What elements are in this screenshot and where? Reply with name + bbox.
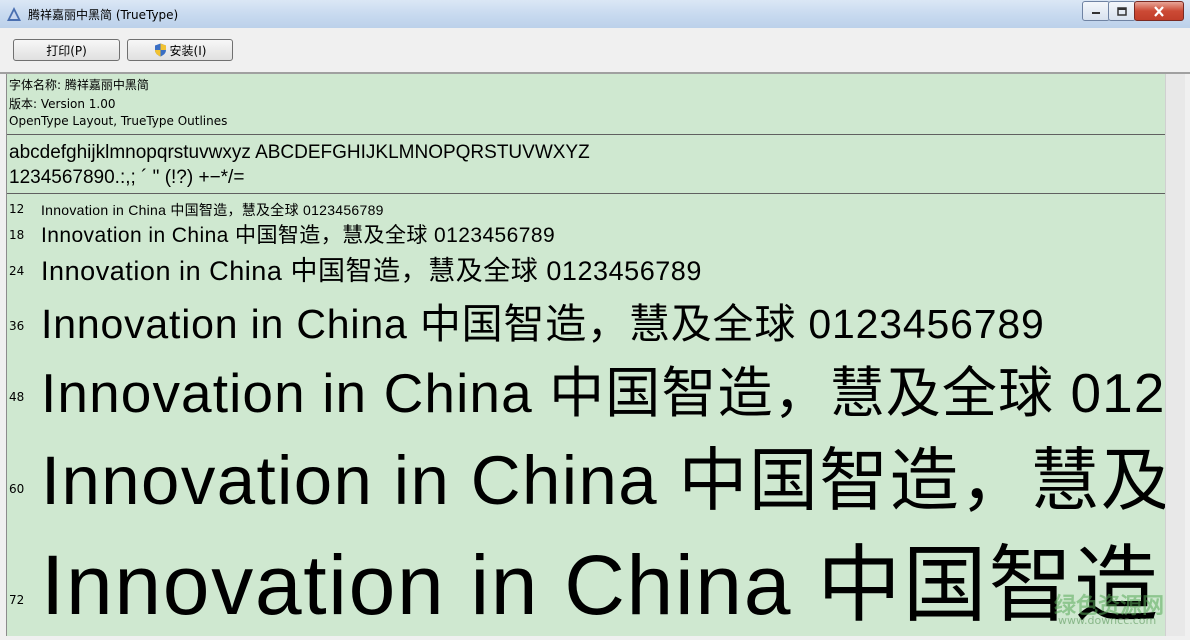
charset-letters: abcdefghijklmnopqrstuvwxyz ABCDEFGHIJKLM…	[9, 142, 590, 163]
print-button-label: 打印(P)	[46, 43, 87, 58]
sample-72: Innovation in China 中国智造，慧及全球 0123456789	[41, 538, 1165, 632]
size-label-72: 72	[9, 593, 25, 607]
maximize-icon	[1117, 6, 1127, 16]
close-button[interactable]	[1134, 1, 1184, 21]
vertical-scrollbar[interactable]	[1165, 74, 1185, 636]
charset-divider	[7, 193, 1165, 194]
font-preview-pane: 字体名称: 腾祥嘉丽中黑简 版本: Version 1.00 OpenType …	[6, 74, 1165, 636]
watermark-url: www.downcc.com	[1058, 614, 1157, 627]
size-label-36: 36	[9, 319, 25, 333]
info-divider	[7, 134, 1165, 135]
title-bar: 腾祥嘉丽中黑简 (TrueType)	[0, 0, 1190, 29]
minimize-icon	[1092, 12, 1100, 14]
install-button-label: 安装(I)	[169, 43, 207, 58]
maximize-button[interactable]	[1108, 1, 1136, 21]
install-button[interactable]: 安装(I)	[127, 39, 233, 61]
window-title: 腾祥嘉丽中黑简 (TrueType)	[28, 8, 179, 22]
font-name-line: 字体名称: 腾祥嘉丽中黑简	[9, 78, 149, 92]
minimize-button[interactable]	[1082, 1, 1110, 21]
size-label-24: 24	[9, 264, 25, 278]
font-version-line: 版本: Version 1.00	[9, 97, 116, 111]
sample-36: Innovation in China 中国智造，慧及全球 0123456789	[41, 301, 1045, 347]
sample-12: Innovation in China 中国智造，慧及全球 0123456789	[41, 202, 384, 218]
font-app-icon	[7, 7, 21, 21]
print-button[interactable]: 打印(P)	[13, 39, 120, 61]
size-label-18: 18	[9, 228, 25, 242]
size-label-12: 12	[9, 202, 25, 216]
sample-18: Innovation in China 中国智造，慧及全球 0123456789	[41, 224, 556, 247]
close-icon	[1154, 5, 1164, 17]
charset-symbols: 1234567890.:,; ´ " (!?) +−*/=	[9, 167, 245, 188]
font-features-line: OpenType Layout, TrueType Outlines	[9, 114, 228, 128]
size-label-48: 48	[9, 390, 25, 404]
sample-24: Innovation in China 中国智造，慧及全球 0123456789	[41, 256, 702, 286]
size-label-60: 60	[9, 482, 25, 496]
toolbar: 打印(P) 安装(I)	[0, 28, 1190, 74]
sample-48: Innovation in China 中国智造，慧及全球 0123456789	[41, 362, 1165, 424]
sample-60: Innovation in China 中国智造，慧及全球 0123456789	[41, 442, 1165, 519]
uac-shield-icon	[154, 43, 166, 57]
